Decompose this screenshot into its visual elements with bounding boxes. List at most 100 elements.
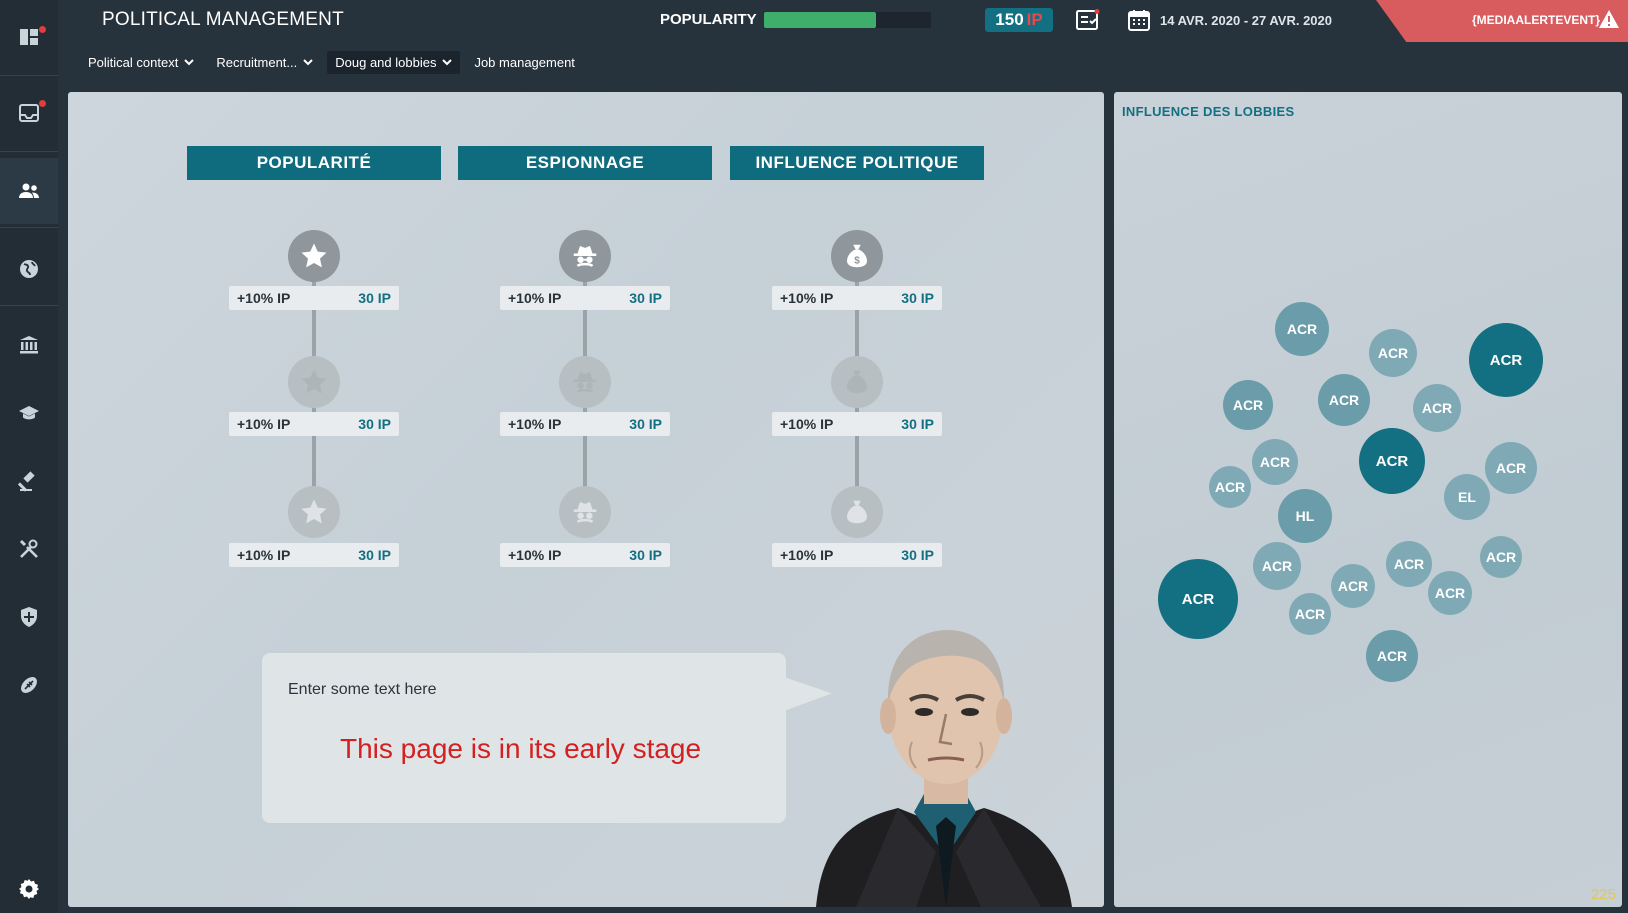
- settings-gear-icon: [19, 879, 39, 899]
- tasks-checklist-icon[interactable]: [1076, 9, 1100, 31]
- calendar-icon[interactable]: [1128, 9, 1150, 31]
- media-alert-text[interactable]: {MEDIAALERTEVENT}: [1472, 13, 1600, 27]
- skill-node[interactable]: [288, 356, 340, 408]
- top-bar: POLITICAL MANAGEMENT POPULARITY 150 IP 1…: [58, 0, 1628, 84]
- bonus-text: +10% IP: [780, 547, 834, 563]
- chevron-down-icon: [303, 58, 313, 65]
- date-range: 14 AVR. 2020 - 27 AVR. 2020: [1160, 13, 1332, 28]
- lobby-bubble[interactable]: ACR: [1480, 536, 1522, 578]
- sub-navigation: Political context Recruitment... Doug an…: [80, 49, 583, 75]
- globe-icon: [20, 260, 38, 278]
- lobby-bubble[interactable]: ACR: [1485, 442, 1537, 494]
- tree-header-popularite[interactable]: POPULARITÉ: [187, 146, 441, 180]
- spy-icon: [573, 246, 597, 268]
- tools-icon: [19, 539, 38, 558]
- chevron-down-icon: [442, 58, 453, 65]
- bonus-text: +10% IP: [508, 416, 562, 432]
- lobby-bubble[interactable]: ACR: [1331, 564, 1375, 608]
- lobby-bubble[interactable]: ACR: [1318, 374, 1370, 426]
- lobby-bubble[interactable]: ACR: [1359, 428, 1425, 494]
- popularity-bar-fill: [764, 12, 876, 28]
- nav-label: Doug and lobbies: [335, 54, 437, 70]
- notification-dot: [39, 26, 46, 33]
- nav-doug-and-lobbies[interactable]: Doug and lobbies: [327, 50, 461, 74]
- skill-node[interactable]: [831, 486, 883, 538]
- industry-button[interactable]: [0, 516, 58, 582]
- star-icon: [301, 369, 327, 394]
- skill-node[interactable]: [559, 486, 611, 538]
- justice-button[interactable]: [0, 448, 58, 514]
- money-bag-icon: [847, 500, 867, 524]
- lobby-bubble[interactable]: EL: [1444, 474, 1490, 520]
- lobby-bubble[interactable]: ACR: [1469, 323, 1543, 397]
- people-button[interactable]: [0, 158, 58, 224]
- sports-button[interactable]: [0, 652, 58, 718]
- skill-reward: +10% IP 30 IP: [500, 543, 670, 567]
- notification-dot: [39, 100, 46, 107]
- lobby-bubble[interactable]: ACR: [1223, 380, 1273, 430]
- sports-ball-icon: [21, 677, 37, 693]
- skill-reward: +10% IP 30 IP: [229, 286, 399, 310]
- lobby-bubble[interactable]: ACR: [1289, 593, 1331, 635]
- cost-text: 30 IP: [901, 416, 934, 432]
- tree-header-influence-politique[interactable]: INFLUENCE POLITIQUE: [730, 146, 984, 180]
- shield-icon: [21, 607, 37, 627]
- lobby-influence-panel: INFLUENCE DES LOBBIES ACR ACR ACR ACR AC…: [1114, 92, 1622, 907]
- lobby-panel-title: INFLUENCE DES LOBBIES: [1122, 104, 1295, 119]
- star-icon: [301, 243, 327, 268]
- education-button[interactable]: [0, 380, 58, 446]
- svg-text:$: $: [854, 256, 860, 267]
- skill-node[interactable]: [559, 356, 611, 408]
- ip-balance-badge: 150 IP: [985, 8, 1053, 32]
- cost-text: 30 IP: [629, 547, 662, 563]
- skill-reward: +10% IP 30 IP: [772, 412, 942, 436]
- skill-node[interactable]: [288, 230, 340, 282]
- star-icon: [301, 499, 327, 524]
- dashboard-button[interactable]: [0, 4, 58, 70]
- lobby-bubble[interactable]: ACR: [1413, 384, 1461, 432]
- world-button[interactable]: [0, 236, 58, 302]
- skill-reward: +10% IP 30 IP: [229, 412, 399, 436]
- bonus-text: +10% IP: [780, 416, 834, 432]
- tree-header-espionnage[interactable]: ESPIONNAGE: [458, 146, 712, 180]
- nav-job-management[interactable]: Job management: [466, 51, 582, 74]
- lobby-bubble[interactable]: ACR: [1253, 542, 1301, 590]
- nav-recruitment[interactable]: Recruitment...: [208, 51, 321, 74]
- inbox-icon: [19, 104, 39, 122]
- lobby-bubble[interactable]: ACR: [1209, 466, 1251, 508]
- chevron-down-icon: [184, 58, 195, 65]
- lobby-bubble[interactable]: ACR: [1275, 302, 1329, 356]
- spy-icon: [573, 372, 597, 394]
- sidebar: [0, 0, 58, 913]
- skill-reward: +10% IP 30 IP: [772, 543, 942, 567]
- skill-node[interactable]: [831, 356, 883, 408]
- skill-node[interactable]: [288, 486, 340, 538]
- lobby-bubble[interactable]: ACR: [1369, 329, 1417, 377]
- bonus-text: +10% IP: [508, 547, 562, 563]
- lobby-bubble[interactable]: ACR: [1158, 559, 1238, 639]
- government-button[interactable]: [0, 312, 58, 378]
- defense-button[interactable]: [0, 584, 58, 650]
- people-icon: [19, 183, 39, 198]
- lobby-bubble[interactable]: ACR: [1366, 630, 1418, 682]
- warning-icon: [1599, 10, 1619, 28]
- dashboard-icon: [20, 29, 38, 45]
- popularity-label: POPULARITY: [660, 11, 757, 28]
- nav-political-context[interactable]: Political context: [80, 51, 202, 74]
- cost-text: 30 IP: [629, 290, 662, 306]
- bonus-text: +10% IP: [237, 290, 291, 306]
- skill-node[interactable]: $: [831, 230, 883, 282]
- inbox-button[interactable]: [0, 80, 58, 146]
- advisor-portrait: [816, 630, 1072, 907]
- skill-node[interactable]: [559, 230, 611, 282]
- bonus-text: +10% IP: [237, 547, 291, 563]
- speech-bubble[interactable]: Enter some text here This page is in its…: [262, 653, 786, 823]
- settings-button[interactable]: [0, 856, 58, 913]
- lobby-bubble[interactable]: ACR: [1252, 439, 1298, 485]
- lobby-bubble[interactable]: ACR: [1428, 571, 1472, 615]
- lobby-bubble[interactable]: HL: [1278, 489, 1332, 543]
- lobby-bubble[interactable]: ACR: [1386, 541, 1432, 587]
- nav-label: Recruitment...: [216, 54, 298, 70]
- gavel-icon: [17, 471, 35, 492]
- money-bag-icon: $: [847, 244, 867, 268]
